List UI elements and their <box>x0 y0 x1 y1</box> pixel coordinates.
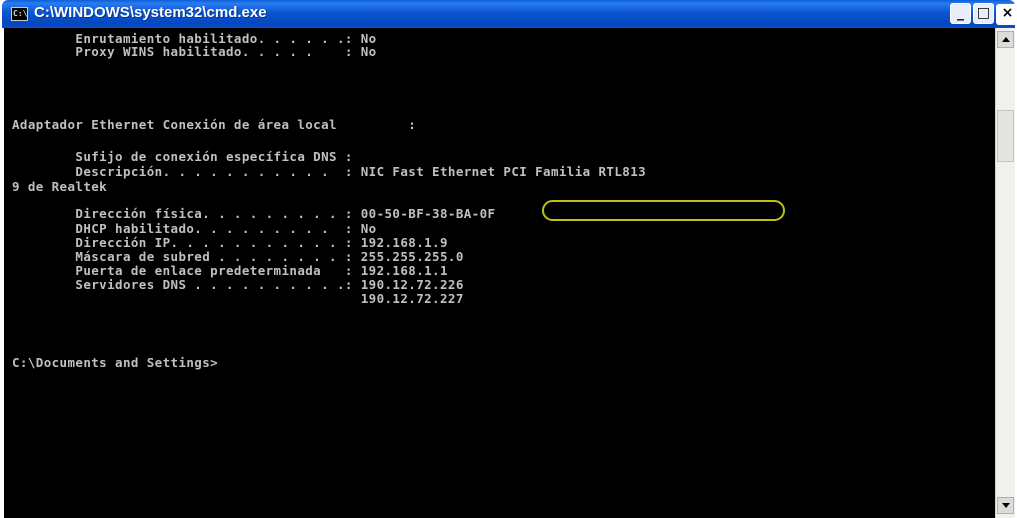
scroll-down-arrow-icon[interactable] <box>997 497 1014 514</box>
console-line: Servidores DNS . . . . . . . . . .: 190.… <box>12 277 464 292</box>
console-line: Proxy WINS habilitado. . . . . : No <box>12 44 377 59</box>
window-title: C:\WINDOWS\system32\cmd.exe <box>34 4 267 21</box>
title-bar[interactable]: C:\ C:\WINDOWS\system32\cmd.exe _ □ × <box>2 0 1017 28</box>
console-line: Sufijo de conexión específica DNS : <box>12 149 353 164</box>
maximize-button[interactable]: □ <box>973 3 994 24</box>
console-line: 9 de Realtek <box>12 179 108 194</box>
console-line: Enrutamiento habilitado. . . . . .: No <box>12 31 377 46</box>
vertical-scrollbar[interactable] <box>995 28 1015 518</box>
command-prompt[interactable]: C:\Documents and Settings> <box>12 355 218 370</box>
cmd-icon-text: C:\ <box>13 9 28 18</box>
console-output[interactable]: Enrutamiento habilitado. . . . . .: No P… <box>4 28 995 518</box>
close-button[interactable]: × <box>996 4 1017 25</box>
console-line: 190.12.72.227 <box>12 291 464 306</box>
scroll-up-arrow-icon[interactable] <box>997 31 1014 48</box>
cmd-window: C:\ C:\WINDOWS\system32\cmd.exe _ □ × En… <box>0 0 1017 518</box>
console-line: DHCP habilitado. . . . . . . . . : No <box>12 221 377 236</box>
cmd-icon[interactable]: C:\ <box>11 7 28 21</box>
console-line: Dirección física. . . . . . . . . : 00-5… <box>12 206 496 221</box>
scroll-thumb[interactable] <box>997 110 1014 162</box>
console-line: Máscara de subred . . . . . . . . : 255.… <box>12 249 464 264</box>
mac-address-highlight <box>542 200 785 221</box>
console-line: Puerta de enlace predeterminada : 192.16… <box>12 263 448 278</box>
console-line: Adaptador Ethernet Conexión de área loca… <box>12 117 417 132</box>
minimize-button[interactable]: _ <box>950 3 971 24</box>
console-line: Descripción. . . . . . . . . . . : NIC F… <box>12 164 647 179</box>
console-line: Dirección IP. . . . . . . . . . . : 192.… <box>12 235 448 250</box>
